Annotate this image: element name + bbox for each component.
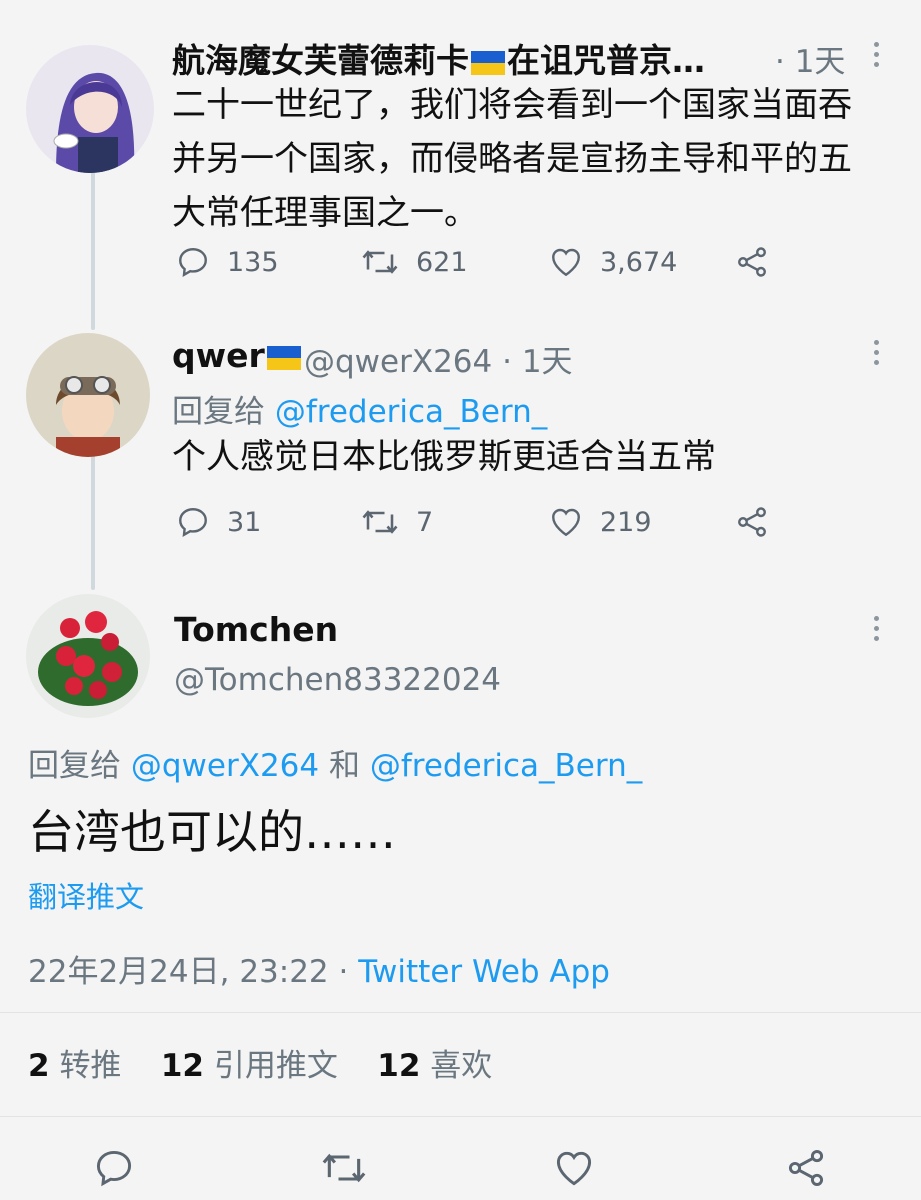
like-icon [552, 508, 580, 537]
ukraine-flag-icon [266, 345, 301, 370]
author-name[interactable]: qwer [172, 336, 303, 375]
like-button[interactable] [552, 1146, 596, 1190]
handle-and-time[interactable]: @qwerX264 · 1天 [304, 336, 573, 381]
retweet-count[interactable]: 2 转推 [28, 1048, 121, 1084]
divider [0, 1012, 921, 1013]
mention-link[interactable]: @frederica_Bern_ [275, 394, 547, 430]
tweet-text: 二十一世纪了，我们将会看到一个国家当面吞 并另一个国家，而侵略者是宣扬主导和平的… [172, 85, 852, 233]
replying-to: 回复给 @qwerX264 和 @frederica_Bern_ [28, 748, 643, 784]
reply-button[interactable]: 135 [175, 244, 279, 280]
translate-link[interactable]: 翻译推文 [28, 874, 144, 916]
quote-count[interactable]: 12 引用推文 [161, 1048, 338, 1084]
retweet-button[interactable] [320, 1146, 368, 1190]
share-icon [788, 1150, 824, 1186]
author-name[interactable]: Tomchen [174, 610, 338, 649]
source-link[interactable]: Twitter Web App [358, 954, 610, 990]
reply-button[interactable]: 31 [175, 504, 261, 540]
share-button[interactable] [734, 244, 770, 280]
like-button[interactable]: 3,674 [548, 244, 677, 280]
reply-icon [96, 1150, 132, 1187]
tweet-timestamp: 22年2月24日, 23:22 · Twitter Web App [28, 954, 610, 990]
author-name[interactable]: 航海魔女芙蕾德莉卡 在诅咒普京… [172, 34, 705, 82]
like-count[interactable]: 12 喜欢 [377, 1048, 492, 1084]
like-button[interactable]: 219 [548, 504, 652, 540]
retweet-icon [322, 1153, 366, 1183]
reply-button[interactable] [92, 1146, 136, 1190]
tweet-stats: 2 转推 12 引用推文 12 喜欢 [28, 1040, 492, 1085]
retweet-button[interactable]: 7 [360, 504, 433, 540]
mention-link[interactable]: @frederica_Bern_ [370, 748, 642, 784]
like-icon [552, 248, 580, 277]
mention-link[interactable]: @qwerX264 [131, 748, 319, 784]
retweet-icon [362, 510, 398, 534]
share-button[interactable] [734, 504, 770, 540]
ukraine-flag-icon [471, 50, 505, 75]
like-icon [556, 1151, 592, 1186]
author-handle[interactable]: @Tomchen83322024 [174, 662, 501, 698]
more-icon[interactable] [871, 340, 881, 370]
share-icon [738, 247, 766, 277]
retweet-button[interactable]: 621 [360, 244, 468, 280]
share-button[interactable] [784, 1146, 828, 1190]
replying-to: 回复给 @frederica_Bern_ [172, 394, 548, 430]
avatar[interactable] [26, 594, 150, 718]
share-icon [738, 507, 766, 537]
avatar[interactable] [26, 45, 154, 173]
retweet-icon [362, 250, 398, 274]
tweet-text: 个人感觉日本比俄罗斯更适合当五常 [172, 437, 716, 477]
thread-line [91, 455, 95, 590]
tweet-text: 台湾也可以的…… [28, 805, 396, 859]
reply-icon [179, 248, 207, 277]
more-icon[interactable] [871, 616, 881, 646]
reply-icon [179, 508, 207, 537]
more-icon[interactable] [871, 42, 881, 72]
avatar[interactable] [26, 333, 150, 457]
divider [0, 1116, 921, 1117]
thread-line [91, 160, 95, 330]
tweet-time[interactable]: · 1天 [775, 36, 845, 81]
